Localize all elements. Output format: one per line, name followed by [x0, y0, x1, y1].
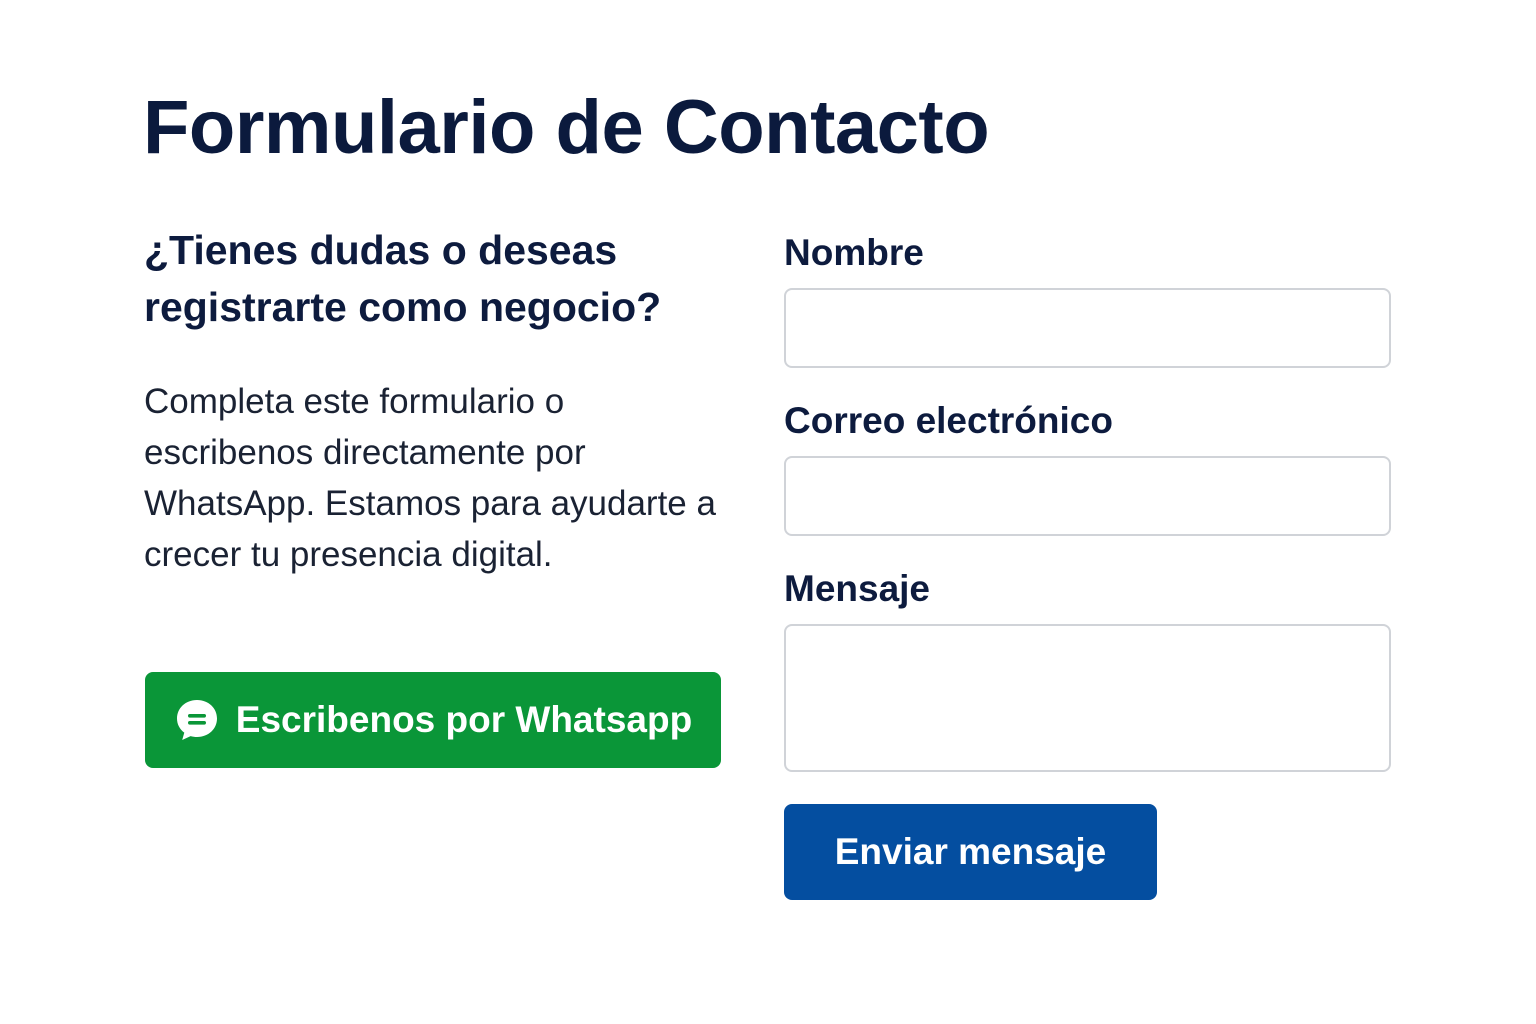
- email-label: Correo electrónico: [784, 400, 1113, 441]
- send-message-button[interactable]: Enviar mensaje: [784, 804, 1157, 900]
- email-input[interactable]: [784, 456, 1391, 536]
- whatsapp-button-label: Escribenos por Whatsapp: [235, 699, 693, 740]
- intro-description: Completa este formulario o escribenos di…: [144, 382, 716, 574]
- name-label: Nombre: [784, 232, 924, 273]
- chat-bubble-icon: [174, 697, 220, 743]
- message-label: Mensaje: [784, 568, 931, 609]
- intro-section: ¿Tienes dudas o deseas registrarte como …: [144, 222, 734, 580]
- message-textarea[interactable]: [784, 624, 1391, 772]
- page-title: Formulario de Contacto: [143, 85, 990, 170]
- intro-heading: ¿Tienes dudas o deseas registrarte como …: [144, 227, 662, 330]
- contact-page: Formulario de Contacto ¿Tienes dudas o d…: [0, 0, 1536, 1024]
- contact-form: Nombre Correo electrónico Mensaje: [784, 230, 1392, 772]
- whatsapp-button[interactable]: Escribenos por Whatsapp: [145, 672, 721, 768]
- name-input[interactable]: [784, 288, 1391, 368]
